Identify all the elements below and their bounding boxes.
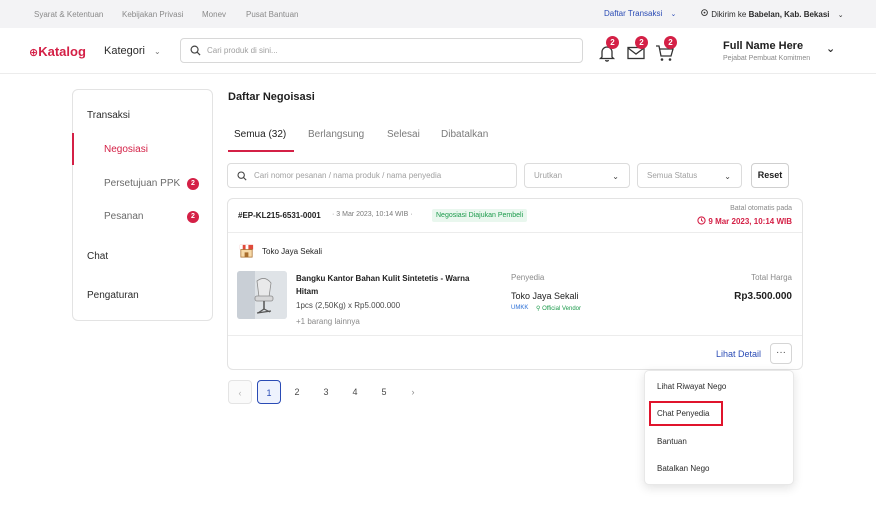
inbox-button[interactable]: 2 (626, 36, 648, 62)
logo-text: Katalog (38, 44, 86, 59)
total-label: Total Harga (751, 273, 792, 282)
link-help-center[interactable]: Pusat Bantuan (246, 10, 298, 19)
link-monev[interactable]: Monev (202, 10, 226, 19)
menu-item-batalkan-nego[interactable]: Batalkan Nego (657, 464, 709, 473)
shipping-location[interactable]: Dikirim ke Babelan, Kab. Bekasi ⌄ (700, 9, 844, 19)
auto-cancel-deadline: 9 Mar 2023, 10:14 WIB (697, 216, 792, 226)
umkk-tag: UMKK (511, 305, 529, 311)
sidebar-item-chat[interactable]: Chat (87, 251, 108, 262)
chevron-down-icon: ⌄ (826, 43, 836, 55)
provider-name: Toko Jaya Sekali (511, 291, 579, 301)
user-name: Full Name Here (723, 40, 804, 52)
user-role: Pejabat Pembuat Komitmen (723, 55, 811, 62)
cart-badge: 2 (664, 36, 677, 49)
katalog-logo[interactable]: ⊕Katalog (29, 44, 86, 59)
notification-button[interactable]: 2 (597, 36, 619, 62)
deadline-text: 9 Mar 2023, 10:14 WIB (708, 217, 792, 226)
inbox-badge: 2 (635, 36, 648, 49)
status-select[interactable]: Semua Status ⌄ (637, 163, 742, 188)
pagination-prev[interactable]: ‹ (228, 380, 252, 404)
order-search-box[interactable]: Cari nomor pesanan / nama produk / nama … (227, 163, 517, 188)
main-header: ⊕Katalog Kategori ⌄ Cari produk di sini.… (0, 28, 876, 74)
tab-semua[interactable]: Semua (32) (234, 129, 286, 140)
more-options-menu: Lihat Riwayat Nego Chat Penyedia Bantuan… (644, 370, 794, 485)
product-search-box[interactable]: Cari produk di sini... (180, 38, 583, 63)
product-search-input[interactable]: Cari produk di sini... (207, 46, 278, 55)
status-badge: Negosiasi Diajukan Pembeli (432, 209, 528, 222)
page-2[interactable]: 2 (285, 380, 309, 404)
store-name[interactable]: Toko Jaya Sekali (262, 247, 322, 256)
more-options-button[interactable]: ··· (770, 343, 792, 364)
tab-selesai[interactable]: Selesai (387, 129, 420, 140)
transaction-list-label: Daftar Transaksi (604, 9, 663, 18)
official-vendor-tag: ⚲ Official Vendor (536, 305, 581, 312)
sidebar-item-persetujuan-ppk[interactable]: Persetujuan PPK (104, 178, 180, 189)
sidebar-item-pesanan[interactable]: Pesanan (104, 211, 143, 222)
reset-button[interactable]: Reset (751, 163, 789, 188)
order-search-input[interactable]: Cari nomor pesanan / nama produk / nama … (254, 171, 441, 180)
page-4[interactable]: 4 (343, 380, 367, 404)
sidebar-item-negosiasi[interactable]: Negosiasi (104, 144, 148, 155)
negotiation-card: #EP-KL215-6531-0001 · 3 Mar 2023, 10:14 … (227, 198, 803, 370)
transaction-list-link[interactable]: Daftar Transaksi ⌄ (604, 9, 676, 18)
divider (228, 335, 802, 336)
order-date: · 3 Mar 2023, 10:14 WIB · (332, 211, 413, 218)
search-icon (237, 171, 247, 181)
card-header: #EP-KL215-6531-0001 · 3 Mar 2023, 10:14 … (228, 199, 802, 233)
chevron-down-icon: ⌄ (154, 47, 161, 56)
chevron-down-icon: ⌄ (670, 11, 677, 18)
location-pin-icon (701, 9, 708, 16)
menu-item-chat-penyedia[interactable]: Chat Penyedia (657, 409, 709, 418)
clock-icon (697, 216, 706, 225)
cart-logo-icon: ⊕ (29, 47, 39, 59)
sidebar-active-indicator (72, 133, 74, 165)
sidebar-item-pengaturan[interactable]: Pengaturan (87, 290, 139, 301)
page-5[interactable]: 5 (372, 380, 396, 404)
active-tab-underline (228, 150, 294, 152)
category-label: Kategori (104, 45, 145, 57)
status-select-value: Semua Status (647, 171, 698, 180)
search-icon (190, 45, 201, 56)
pagination-next[interactable]: › (401, 380, 425, 404)
page-1[interactable]: 1 (257, 380, 281, 404)
chevron-down-icon: ⌄ (612, 172, 619, 181)
persetujuan-badge: 2 (187, 178, 199, 190)
badge-check-icon: ⚲ (536, 306, 541, 312)
page-title: Daftar Negoisasi (228, 91, 315, 103)
shipping-location-value: Babelan, Kab. Bekasi (748, 10, 830, 19)
office-chair-image (237, 271, 287, 319)
sort-select[interactable]: Urutkan ⌄ (524, 163, 630, 188)
account-sidebar: Transaksi Negosiasi Persetujuan PPK 2 Pe… (72, 89, 213, 321)
menu-item-bantuan[interactable]: Bantuan (657, 437, 687, 446)
sort-select-value: Urutkan (534, 171, 563, 180)
cart-button[interactable]: 2 (655, 36, 677, 62)
store-icon (239, 244, 254, 258)
sidebar-heading-transaksi[interactable]: Transaksi (87, 110, 130, 121)
category-menu[interactable]: Kategori ⌄ (104, 45, 161, 57)
auto-cancel-label: Batal otomatis pada (730, 205, 792, 212)
menu-item-riwayat-nego[interactable]: Lihat Riwayat Nego (657, 382, 726, 391)
view-detail-link[interactable]: Lihat Detail (716, 349, 761, 359)
order-id: #EP-KL215-6531-0001 (238, 211, 321, 220)
utility-bar: Syarat & Ketentuan Kebijakan Privasi Mon… (0, 0, 876, 28)
pesanan-badge: 2 (187, 211, 199, 223)
product-name[interactable]: Bangku Kantor Bahan Kulit Sintetetis - W… (296, 272, 476, 298)
notification-badge: 2 (606, 36, 619, 49)
product-quantity-price: 1pcs (2,50Kg) x Rp5.000.000 (296, 301, 401, 310)
product-image (237, 271, 287, 319)
link-privacy[interactable]: Kebijakan Privasi (122, 10, 183, 19)
link-terms[interactable]: Syarat & Ketentuan (34, 10, 103, 19)
chevron-down-icon: ⌄ (837, 12, 844, 19)
total-value: Rp3.500.000 (734, 291, 792, 302)
official-vendor-text: Official Vendor (542, 306, 581, 312)
provider-label: Penyedia (511, 273, 545, 282)
shipping-prefix: Dikirim ke (711, 10, 747, 19)
tab-dibatalkan[interactable]: Dibatalkan (441, 129, 488, 140)
page-3[interactable]: 3 (314, 380, 338, 404)
chevron-down-icon: ⌄ (724, 172, 731, 181)
tab-berlangsung[interactable]: Berlangsung (308, 129, 364, 140)
more-items: +1 barang lainnya (296, 317, 360, 326)
